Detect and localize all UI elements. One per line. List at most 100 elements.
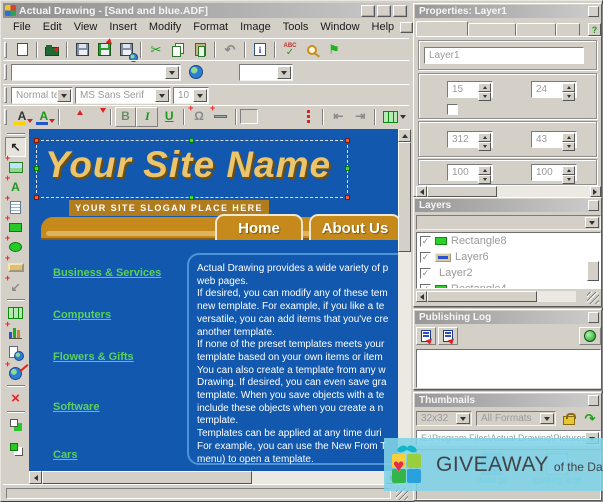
minimize-button[interactable] <box>361 4 375 17</box>
scroll-up-button[interactable] <box>398 129 411 142</box>
chevron-down-icon[interactable] <box>155 88 169 102</box>
bold-button[interactable]: B <box>114 106 137 127</box>
undo-button[interactable]: ↶ <box>219 40 241 60</box>
layers-titlebar[interactable]: Layers <box>415 199 600 212</box>
selection-handle[interactable] <box>345 195 350 200</box>
save-for-web-button[interactable] <box>115 40 138 62</box>
cut-button[interactable]: ✂ <box>145 40 167 60</box>
visibility-checkbox[interactable]: ✓ <box>420 283 431 288</box>
mdi-minimize-button[interactable] <box>400 21 414 33</box>
lock-checkbox[interactable] <box>447 104 458 115</box>
properties-tab-4[interactable] <box>556 23 580 36</box>
selection-handle[interactable] <box>189 138 194 143</box>
symbol-button[interactable]: Ω <box>188 104 210 127</box>
upload-log-button[interactable] <box>416 327 436 345</box>
menu-insert[interactable]: Insert <box>103 20 143 35</box>
maximize-button[interactable] <box>377 4 391 17</box>
scrollbar-thumb[interactable] <box>587 261 599 281</box>
style-combo[interactable]: Normal text <box>11 86 73 104</box>
find-button[interactable] <box>301 40 323 60</box>
layer-name-field[interactable]: Layer1 <box>424 47 584 64</box>
toolbar-grip[interactable] <box>4 87 7 103</box>
canvas-horizontal-scrollbar[interactable] <box>29 471 398 484</box>
layer-row[interactable]: ✓ Rectangle8 <box>417 233 600 249</box>
help-icon[interactable]: ? <box>588 23 601 36</box>
spin-up-button[interactable] <box>562 133 575 142</box>
publishing-log-titlebar[interactable]: Publishing Log <box>415 311 600 324</box>
outdent-button[interactable]: ⇤ <box>327 107 349 127</box>
scrollbar-thumb[interactable] <box>398 142 411 252</box>
giveaway-overlay[interactable]: ♥ GIVEAWAY of the Day <box>384 438 603 491</box>
scrollbar-thumb[interactable] <box>427 186 497 197</box>
address-combo[interactable] <box>11 63 181 81</box>
pos-y-spinner[interactable]: 24 <box>531 81 577 101</box>
link-computers[interactable]: Computers <box>53 309 111 321</box>
spin-down-button[interactable] <box>478 142 491 151</box>
close-icon[interactable] <box>588 395 599 406</box>
scroll-right-button[interactable] <box>590 186 601 197</box>
publishing-log-list[interactable] <box>416 349 601 388</box>
nav-tab-about[interactable]: About Us <box>309 214 398 240</box>
close-button[interactable] <box>393 4 407 17</box>
drawing-canvas[interactable]: Your Site Name YOUR SITE SLOGAN PLACE HE… <box>29 129 398 471</box>
layers-filter-combo[interactable] <box>416 215 601 230</box>
flag-button[interactable]: ⚑ <box>323 40 345 60</box>
spin-up-button[interactable] <box>478 83 491 92</box>
table-button[interactable] <box>379 107 409 127</box>
zoom-combo[interactable] <box>239 63 293 81</box>
menu-image[interactable]: Image <box>234 20 277 35</box>
height-spinner[interactable]: 43 <box>531 131 577 151</box>
download-log-button[interactable] <box>438 327 458 345</box>
chevron-down-icon[interactable] <box>585 217 599 228</box>
chevron-down-icon[interactable] <box>193 88 207 102</box>
scroll-left-button[interactable] <box>29 471 42 484</box>
save-button[interactable] <box>71 40 93 60</box>
layer-row[interactable]: ✓ Layer6 <box>417 249 600 265</box>
publish-tool[interactable] <box>5 360 29 383</box>
link-business-services[interactable]: Business & Services <box>53 267 161 279</box>
chevron-down-icon[interactable] <box>540 413 554 424</box>
width-spinner[interactable]: 312 <box>447 131 493 151</box>
spin-up-button[interactable] <box>562 83 575 92</box>
chevron-down-icon[interactable] <box>277 65 291 79</box>
bring-to-front-tool[interactable] <box>5 415 26 435</box>
properties-titlebar[interactable]: Properties: Layer1 <box>415 5 600 18</box>
menu-file[interactable]: File <box>7 20 37 35</box>
window-titlebar[interactable]: Actual Drawing - [Sand and blue.ADF] <box>3 3 409 18</box>
scroll-left-button[interactable] <box>416 291 427 302</box>
scrollbar-thumb[interactable] <box>42 471 252 484</box>
spin-down-button[interactable] <box>562 142 575 151</box>
spin-up-button[interactable] <box>478 166 491 175</box>
size-combo[interactable]: 10 <box>173 86 209 104</box>
resize-grip[interactable] <box>587 292 599 304</box>
pos-x-spinner[interactable]: 15 <box>447 81 493 101</box>
refresh-button[interactable]: ↷ <box>582 411 598 426</box>
scale-x-spinner[interactable]: 100 <box>447 164 493 184</box>
layers-scrollbar[interactable] <box>416 291 576 302</box>
open-button[interactable] <box>41 40 63 60</box>
paste-button[interactable] <box>189 40 211 60</box>
visibility-checkbox[interactable]: ✓ <box>420 267 431 279</box>
visibility-checkbox[interactable]: ✓ <box>420 251 431 263</box>
grow-font-button[interactable] <box>63 107 85 127</box>
spellcheck-button[interactable]: ABC ✓ <box>279 40 301 60</box>
spin-down-button[interactable] <box>478 92 491 101</box>
underline-button[interactable]: U <box>158 107 180 127</box>
menu-tools[interactable]: Tools <box>277 20 315 35</box>
font-combo[interactable]: MS Sans Serif <box>75 86 171 104</box>
chevron-down-icon[interactable] <box>57 88 71 102</box>
canvas-vertical-scrollbar[interactable] <box>398 129 411 471</box>
menu-view[interactable]: View <box>68 20 104 35</box>
spin-up-button[interactable] <box>562 166 575 175</box>
fill-color-button[interactable]: A <box>33 107 55 127</box>
clear-log-button[interactable] <box>579 327 601 345</box>
selection-box[interactable] <box>34 138 350 200</box>
delete-tool[interactable]: × <box>5 389 26 409</box>
insert-line-tool[interactable]: ↙ <box>5 274 26 297</box>
menu-window[interactable]: Window <box>314 20 365 35</box>
layer-row[interactable]: ✓ Rectangle4 <box>417 281 600 288</box>
menu-format[interactable]: Format <box>187 20 234 35</box>
thumbnails-titlebar[interactable]: Thumbnails <box>415 394 600 407</box>
color-well[interactable] <box>239 109 258 124</box>
menu-modify[interactable]: Modify <box>143 20 187 35</box>
